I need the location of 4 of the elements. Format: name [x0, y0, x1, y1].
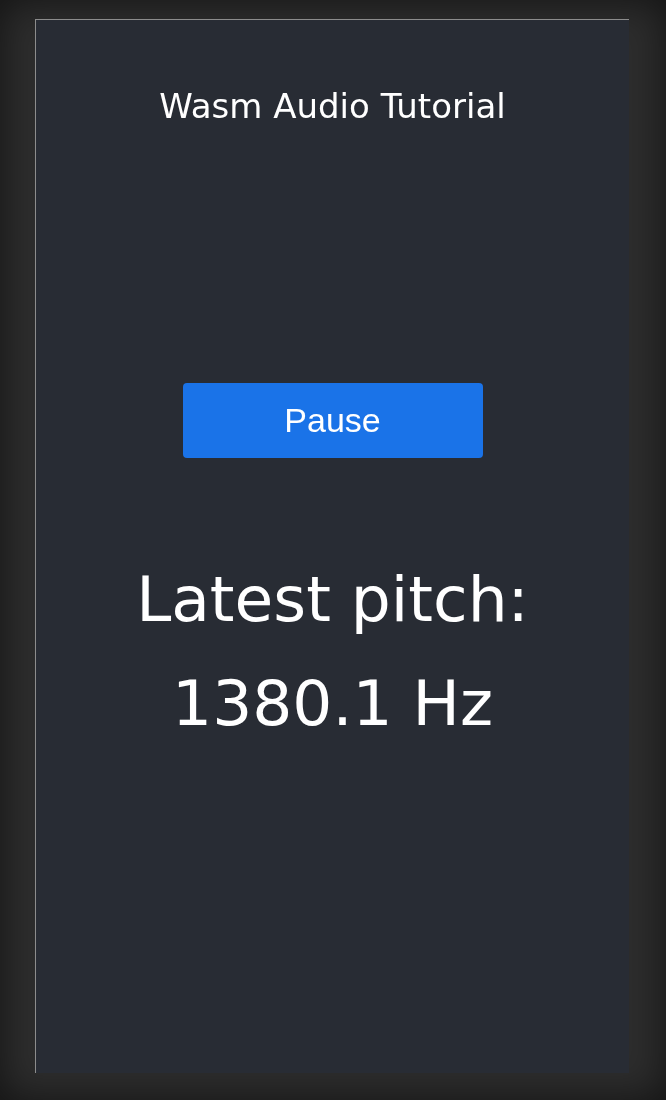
pitch-value: 1380.1 Hz	[172, 666, 493, 742]
app-title: Wasm Audio Tutorial	[159, 85, 506, 128]
pitch-label: Latest pitch:	[136, 562, 529, 638]
pause-button[interactable]: Pause	[182, 383, 483, 458]
